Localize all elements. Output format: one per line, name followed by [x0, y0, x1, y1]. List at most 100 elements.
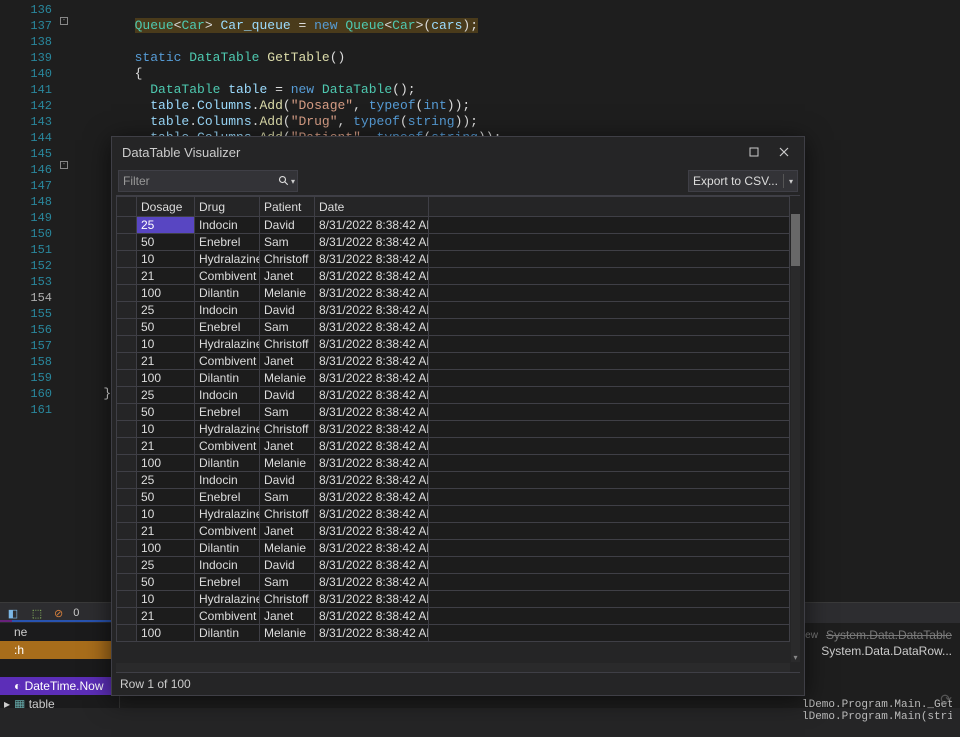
row-header[interactable]	[117, 506, 137, 523]
table-row[interactable]: 25IndocinDavid8/31/2022 8:38:42 AM	[117, 387, 790, 404]
watch-item[interactable]: :h	[0, 641, 119, 659]
table-row[interactable]: 50EnebrelSam8/31/2022 8:38:42 AM	[117, 489, 790, 506]
table-row[interactable]: 50EnebrelSam8/31/2022 8:38:42 AM	[117, 404, 790, 421]
cell-dosage[interactable]: 10	[137, 506, 195, 523]
cell-date[interactable]: 8/31/2022 8:38:42 AM	[315, 268, 429, 285]
table-row[interactable]: 10HydralazineChristoff8/31/2022 8:38:42 …	[117, 336, 790, 353]
cell-patient[interactable]: Sam	[260, 489, 315, 506]
cell-drug[interactable]: Combivent	[195, 438, 260, 455]
cell-drug[interactable]: Dilantin	[195, 540, 260, 557]
table-row[interactable]: 21CombiventJanet8/31/2022 8:38:42 AM	[117, 438, 790, 455]
row-header[interactable]	[117, 404, 137, 421]
row-header[interactable]	[117, 370, 137, 387]
scrollbar-thumb[interactable]	[791, 214, 800, 266]
cell-date[interactable]: 8/31/2022 8:38:42 AM	[315, 404, 429, 421]
cell-dosage[interactable]: 50	[137, 489, 195, 506]
table-row[interactable]: 10HydralazineChristoff8/31/2022 8:38:42 …	[117, 421, 790, 438]
cell-patient[interactable]: Janet	[260, 438, 315, 455]
row-header[interactable]	[117, 438, 137, 455]
cell-dosage[interactable]: 50	[137, 319, 195, 336]
cell-dosage[interactable]: 10	[137, 421, 195, 438]
cell-patient[interactable]: Christoff	[260, 336, 315, 353]
cell-date[interactable]: 8/31/2022 8:38:42 AM	[315, 234, 429, 251]
cell-patient[interactable]: Christoff	[260, 591, 315, 608]
cell-drug[interactable]: Hydralazine	[195, 591, 260, 608]
cell-date[interactable]: 8/31/2022 8:38:42 AM	[315, 506, 429, 523]
cell-drug[interactable]: Enebrel	[195, 404, 260, 421]
row-header-corner[interactable]	[117, 197, 137, 217]
cell-drug[interactable]: Indocin	[195, 302, 260, 319]
cell-patient[interactable]: David	[260, 557, 315, 574]
fold-box-icon[interactable]: -	[60, 17, 68, 25]
cell-date[interactable]: 8/31/2022 8:38:42 AM	[315, 353, 429, 370]
cell-patient[interactable]: Melanie	[260, 285, 315, 302]
watch-item[interactable]: ◐ DateTime.Now	[0, 677, 119, 695]
table-row[interactable]: 25IndocinDavid8/31/2022 8:38:42 AM	[117, 217, 790, 234]
table-row[interactable]: 100DilantinMelanie8/31/2022 8:38:42 AM	[117, 455, 790, 472]
table-row[interactable]: 21CombiventJanet8/31/2022 8:38:42 AM	[117, 353, 790, 370]
cell-drug[interactable]: Hydralazine	[195, 421, 260, 438]
cell-date[interactable]: 8/31/2022 8:38:42 AM	[315, 438, 429, 455]
row-header[interactable]	[117, 540, 137, 557]
cell-drug[interactable]: Enebrel	[195, 574, 260, 591]
callstack-frame[interactable]: lDemo.Program.Main._GetTabl	[802, 699, 952, 711]
row-header[interactable]	[117, 472, 137, 489]
cell-date[interactable]: 8/31/2022 8:38:42 AM	[315, 540, 429, 557]
cell-date[interactable]: 8/31/2022 8:38:42 AM	[315, 336, 429, 353]
row-header[interactable]	[117, 336, 137, 353]
column-header-drug[interactable]: Drug	[195, 197, 260, 217]
watch-item[interactable]: ne	[0, 623, 119, 641]
watch-tree[interactable]: ne:h◐ DateTime.Now▸▦ table▸▦ table.Rows	[0, 623, 120, 708]
cell-patient[interactable]: Janet	[260, 353, 315, 370]
cell-date[interactable]: 8/31/2022 8:38:42 AM	[315, 302, 429, 319]
cell-dosage[interactable]: 21	[137, 438, 195, 455]
cell-drug[interactable]: Enebrel	[195, 234, 260, 251]
cell-date[interactable]: 8/31/2022 8:38:42 AM	[315, 608, 429, 625]
vertical-scrollbar[interactable]: ▾	[791, 214, 800, 662]
cell-dosage[interactable]: 10	[137, 336, 195, 353]
watch-item[interactable]	[0, 659, 119, 677]
cell-drug[interactable]: Indocin	[195, 557, 260, 574]
cell-dosage[interactable]: 100	[137, 625, 195, 642]
cell-drug[interactable]: Enebrel	[195, 319, 260, 336]
cell-drug[interactable]: Indocin	[195, 472, 260, 489]
row-header[interactable]	[117, 387, 137, 404]
table-row[interactable]: 50EnebrelSam8/31/2022 8:38:42 AM	[117, 234, 790, 251]
table-row[interactable]: 10HydralazineChristoff8/31/2022 8:38:42 …	[117, 251, 790, 268]
row-header[interactable]	[117, 353, 137, 370]
watch-item[interactable]: ▸▦ table	[0, 695, 119, 708]
column-header-patient[interactable]: Patient	[260, 197, 315, 217]
cell-date[interactable]: 8/31/2022 8:38:42 AM	[315, 455, 429, 472]
cell-drug[interactable]: Combivent	[195, 523, 260, 540]
cell-dosage[interactable]: 50	[137, 404, 195, 421]
callstack-frame[interactable]: lDemo.Program.Main(string[] ar	[802, 711, 952, 723]
table-row[interactable]: 10HydralazineChristoff8/31/2022 8:38:42 …	[117, 506, 790, 523]
cell-dosage[interactable]: 25	[137, 387, 195, 404]
cell-dosage[interactable]: 100	[137, 455, 195, 472]
cell-dosage[interactable]: 10	[137, 251, 195, 268]
cell-date[interactable]: 8/31/2022 8:38:42 AM	[315, 625, 429, 642]
cell-drug[interactable]: Dilantin	[195, 625, 260, 642]
cell-dosage[interactable]: 21	[137, 523, 195, 540]
cell-date[interactable]: 8/31/2022 8:38:42 AM	[315, 472, 429, 489]
column-header-date[interactable]: Date	[315, 197, 429, 217]
cell-dosage[interactable]: 100	[137, 540, 195, 557]
cell-patient[interactable]: David	[260, 387, 315, 404]
processes-icon[interactable]: ◧	[6, 606, 20, 620]
cell-drug[interactable]: Indocin	[195, 217, 260, 234]
table-row[interactable]: 50EnebrelSam8/31/2022 8:38:42 AM	[117, 574, 790, 591]
cell-date[interactable]: 8/31/2022 8:38:42 AM	[315, 251, 429, 268]
cell-date[interactable]: 8/31/2022 8:38:42 AM	[315, 421, 429, 438]
cell-patient[interactable]: Janet	[260, 268, 315, 285]
cell-date[interactable]: 8/31/2022 8:38:42 AM	[315, 387, 429, 404]
cell-dosage[interactable]: 21	[137, 353, 195, 370]
cell-drug[interactable]: Hydralazine	[195, 336, 260, 353]
filter-input[interactable]	[123, 174, 278, 188]
fold-box-icon[interactable]: -	[60, 161, 68, 169]
row-header[interactable]	[117, 421, 137, 438]
chevron-down-icon[interactable]: ▾	[291, 177, 295, 186]
cell-patient[interactable]: Janet	[260, 523, 315, 540]
cell-drug[interactable]: Combivent	[195, 608, 260, 625]
thread-icon[interactable]: ⬚	[30, 606, 44, 620]
dialog-titlebar[interactable]: DataTable Visualizer	[112, 137, 804, 167]
